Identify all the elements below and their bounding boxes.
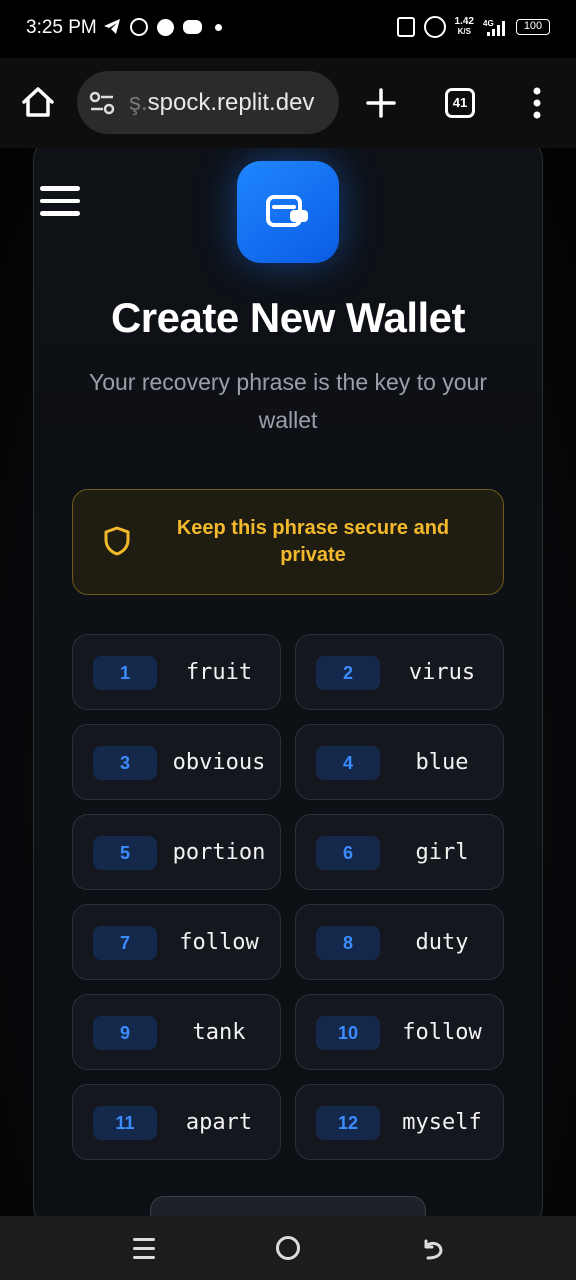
word-number: 2 xyxy=(316,656,380,690)
word-text: apart xyxy=(185,1110,253,1135)
word-text: follow xyxy=(179,930,259,955)
hamburger-menu-button[interactable] xyxy=(40,186,80,218)
telegram-icon xyxy=(103,18,121,36)
wallet-logo xyxy=(237,161,339,263)
word-text: myself xyxy=(402,1110,482,1135)
system-nav-bar xyxy=(0,1216,576,1280)
word-number: 12 xyxy=(316,1106,380,1140)
back-icon xyxy=(424,1239,443,1260)
word-tile: 2 virus xyxy=(295,634,504,710)
word-tile: 3 obvious xyxy=(72,724,281,800)
site-settings-icon[interactable] xyxy=(89,91,115,115)
word-tile: 11 apart xyxy=(72,1084,281,1160)
word-number: 3 xyxy=(93,746,157,780)
word-number: 7 xyxy=(93,926,157,960)
word-text: fruit xyxy=(185,660,253,685)
word-number: 5 xyxy=(93,836,157,870)
word-text: obvious xyxy=(172,750,266,775)
url-text: ş.spock.replit.dev xyxy=(129,89,314,117)
word-text: blue xyxy=(415,750,469,775)
vibrate-icon xyxy=(396,17,415,37)
word-number: 6 xyxy=(316,836,380,870)
tab-switcher-button[interactable]: 41 xyxy=(445,88,475,118)
continue-button[interactable] xyxy=(150,1196,426,1216)
word-text: girl xyxy=(415,840,469,865)
net-speed-unit: K/S xyxy=(457,27,471,36)
word-tile: 7 follow xyxy=(72,904,281,980)
status-bar: 3:25 PM 1.42 K/S 4G 100 xyxy=(0,0,576,58)
word-text: virus xyxy=(408,660,476,685)
browser-toolbar: ş.spock.replit.dev 41 xyxy=(0,58,576,148)
recents-button[interactable] xyxy=(133,1238,155,1260)
word-text: duty xyxy=(415,930,469,955)
signal-icon: 4G xyxy=(483,18,507,36)
word-tile: 12 myself xyxy=(295,1084,504,1160)
word-number: 11 xyxy=(93,1106,157,1140)
word-tile: 10 follow xyxy=(295,994,504,1070)
wallet-icon xyxy=(266,195,308,227)
web-page: Create New Wallet Your recovery phrase i… xyxy=(0,148,576,1216)
battery-icon: 100 xyxy=(516,19,550,35)
word-number: 9 xyxy=(93,1016,157,1050)
network-type: 4G xyxy=(483,19,494,28)
home-nav-button[interactable] xyxy=(276,1236,300,1260)
whatsapp-icon xyxy=(130,18,148,36)
hotspot-icon xyxy=(423,16,446,38)
page-title: Create New Wallet xyxy=(110,294,466,341)
word-tile: 9 tank xyxy=(72,994,281,1070)
security-warning: Keep this phrase secure and private xyxy=(72,489,504,595)
word-tile: 6 girl xyxy=(295,814,504,890)
recovery-phrase-grid: 1 fruit 2 virus 3 obvious 4 blue 5 portion 6 g… xyxy=(72,634,504,1160)
notification-icons xyxy=(103,18,222,36)
back-button[interactable] xyxy=(420,1236,446,1262)
game-icon xyxy=(183,20,202,34)
word-tile: 5 portion xyxy=(72,814,281,890)
dot-icon xyxy=(215,23,222,31)
word-number: 8 xyxy=(316,926,380,960)
word-text: portion xyxy=(172,840,266,865)
status-time: 3:25 PM xyxy=(26,17,97,38)
more-menu-button[interactable] xyxy=(527,86,547,120)
net-speed-value: 1.42 xyxy=(454,16,474,27)
url-domain: spock.replit.dev xyxy=(147,89,315,116)
home-icon xyxy=(22,87,54,117)
shield-icon xyxy=(103,525,131,562)
word-number: 1 xyxy=(93,656,157,690)
net-speed: 1.42 K/S xyxy=(455,17,474,37)
word-tile: 4 blue xyxy=(295,724,504,800)
plus-icon xyxy=(366,88,396,118)
warning-text: Keep this phrase secure and private xyxy=(176,517,450,566)
system-icons: 1.42 K/S 4G 100 xyxy=(396,16,550,38)
word-tile: 1 fruit xyxy=(72,634,281,710)
word-number: 4 xyxy=(316,746,380,780)
new-tab-button[interactable] xyxy=(362,84,400,122)
more-vert-icon xyxy=(533,87,541,119)
message-icon xyxy=(157,18,174,36)
page-subtitle: Your recovery phrase is the key to your … xyxy=(88,369,488,433)
word-tile: 8 duty xyxy=(295,904,504,980)
word-text: follow xyxy=(402,1020,482,1045)
word-text: tank xyxy=(192,1020,246,1045)
home-button[interactable] xyxy=(18,82,58,122)
word-number: 10 xyxy=(316,1016,380,1050)
url-prefix: ş. xyxy=(129,89,148,116)
address-bar[interactable]: ş.spock.replit.dev xyxy=(77,71,339,134)
